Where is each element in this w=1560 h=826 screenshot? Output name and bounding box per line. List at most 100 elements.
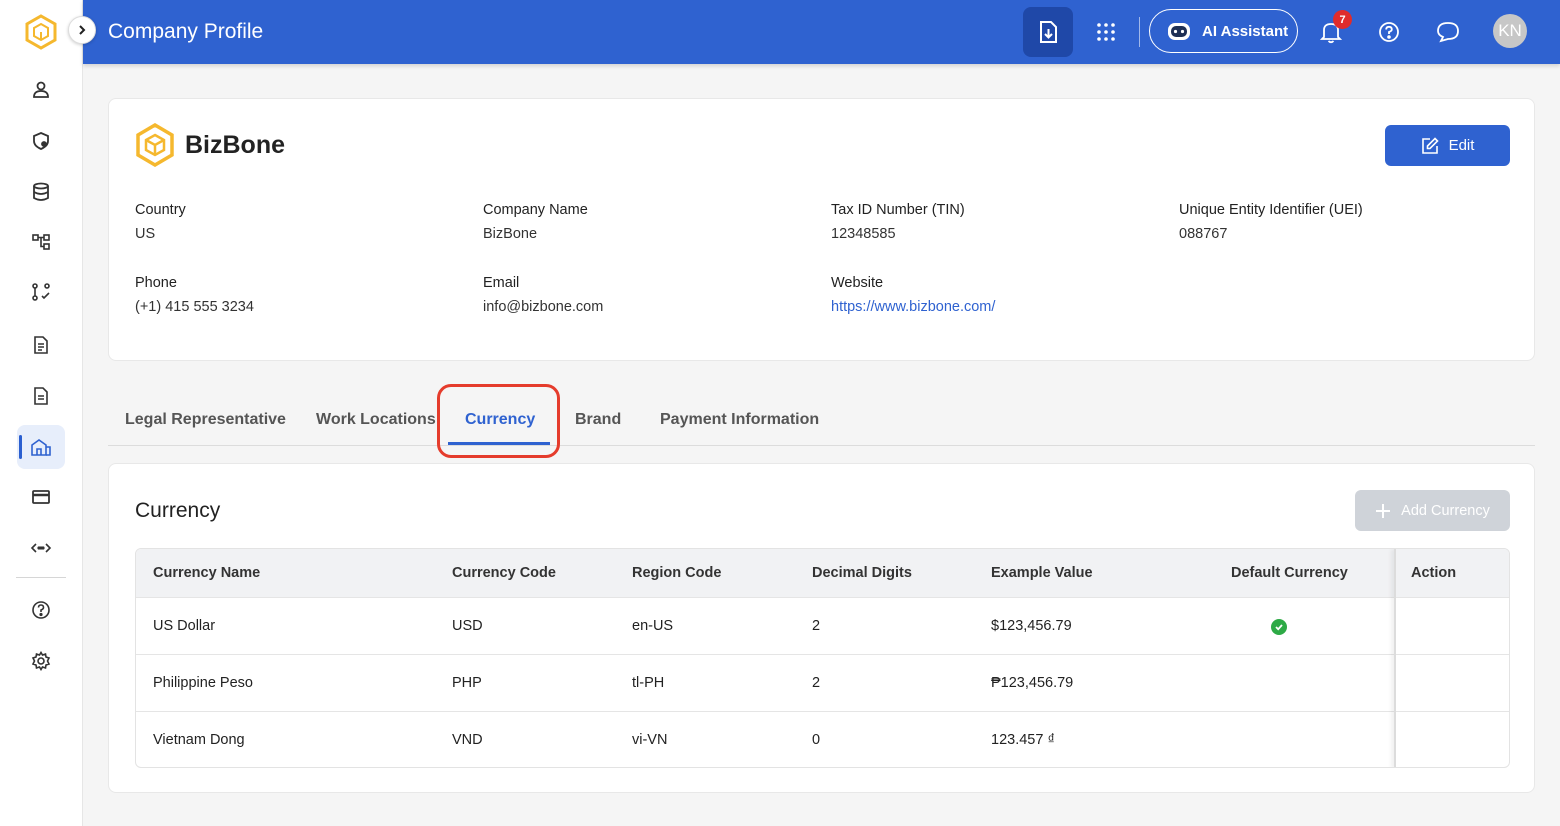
field-label: Email — [483, 275, 520, 291]
table-header: Currency Name Currency Code Region Code … — [136, 549, 1509, 597]
tab-legal-representative[interactable]: Legal Representative — [125, 411, 286, 429]
sidebar-item-workflow[interactable] — [17, 220, 65, 264]
sidebar — [0, 0, 83, 826]
currency-name-cell: US Dollar — [153, 618, 216, 634]
tab-brand[interactable]: Brand — [575, 411, 621, 429]
field-email: Email info@bizbone.com — [483, 275, 603, 315]
field-value: (+1) 415 555 3234 — [135, 299, 254, 315]
column-header: Region Code — [632, 565, 722, 581]
chevron-right-icon — [79, 25, 86, 35]
field-label: Website — [831, 275, 884, 291]
add-currency-label: Add Currency — [1401, 502, 1490, 519]
table-row[interactable]: Philippine Peso PHP tl-PH 2 ₱123,456.79 — [136, 654, 1509, 711]
sidebar-item-settings[interactable] — [17, 639, 65, 683]
table-row[interactable]: US Dollar USD en-US 2 $123,456.79 — [136, 597, 1509, 654]
field-label: Tax ID Number (TIN) — [831, 202, 965, 218]
section-title: Currency — [135, 499, 221, 522]
edit-icon — [1421, 136, 1439, 154]
sidebar-item-database[interactable] — [17, 170, 65, 214]
tab-work-locations[interactable]: Work Locations — [316, 411, 436, 429]
field-country: Country US — [135, 202, 186, 242]
table-row[interactable]: Vietnam Dong VND vi-VN 0 123.457 ₫ — [136, 711, 1509, 767]
gear-icon — [31, 651, 51, 671]
company-name-heading: BizBone — [185, 131, 285, 159]
company-info-card: BizBone Edit Country US Company Name Biz… — [108, 98, 1535, 361]
column-header: Currency Code — [452, 565, 556, 581]
decimal-digits-cell: 2 — [812, 618, 821, 634]
example-value-cell: 123.457 ₫ — [991, 732, 1055, 748]
field-label: Unique Entity Identifier (UEI) — [1179, 202, 1363, 218]
region-code-cell: en-US — [632, 618, 674, 634]
help-icon — [32, 601, 50, 619]
currency-table: Currency Name Currency Code Region Code … — [135, 548, 1510, 768]
download-file-icon — [1040, 21, 1057, 43]
currency-section: Currency Add Currency Currency Name Curr… — [108, 463, 1535, 793]
field-value: BizBone — [483, 226, 538, 242]
page-title: Company Profile — [108, 20, 264, 43]
currency-name-cell: Philippine Peso — [153, 675, 253, 691]
field-uei: Unique Entity Identifier (UEI) 088767 — [1179, 202, 1363, 242]
column-header: Example Value — [991, 565, 1093, 581]
sidebar-item-tasks[interactable] — [17, 270, 65, 314]
apps-menu-button[interactable] — [1081, 7, 1131, 57]
currency-code-cell: USD — [452, 618, 483, 634]
tab-highlight-annotation — [437, 384, 560, 458]
column-header: Currency Name — [153, 565, 261, 581]
sidebar-item-help[interactable] — [17, 588, 65, 632]
building-icon — [31, 439, 51, 456]
tab-payment-information[interactable]: Payment Information — [660, 411, 819, 429]
app-logo[interactable] — [25, 14, 57, 50]
document-icon — [34, 336, 48, 354]
decimal-digits-cell: 2 — [812, 675, 821, 691]
currency-name-cell: Vietnam Dong — [153, 732, 245, 748]
sidebar-item-security[interactable] — [17, 119, 65, 163]
currency-code-cell: PHP — [452, 675, 482, 691]
workflow-icon — [32, 234, 50, 250]
download-button[interactable] — [1023, 7, 1073, 57]
sidebar-item-profile[interactable] — [17, 68, 65, 112]
plus-icon — [1376, 503, 1391, 518]
sidebar-item-documents[interactable] — [17, 323, 65, 367]
sidebar-item-reports[interactable] — [17, 374, 65, 418]
notifications-button[interactable]: 7 — [1306, 7, 1356, 57]
column-header: Decimal Digits — [812, 565, 912, 581]
company-logo — [136, 123, 174, 167]
grid-dots-icon — [1097, 23, 1115, 41]
region-code-cell: tl-PH — [632, 675, 665, 691]
field-value: 088767 — [1179, 226, 1228, 242]
robot-icon — [1168, 23, 1190, 40]
chat-button[interactable] — [1423, 7, 1473, 57]
ai-assistant-label: AI Assistant — [1202, 22, 1289, 40]
checklist-icon — [32, 283, 50, 301]
help-button[interactable] — [1364, 7, 1414, 57]
action-column — [1394, 549, 1509, 767]
help-icon — [1379, 22, 1399, 42]
profile-tabs: Legal Representative Work Locations Curr… — [108, 397, 1535, 446]
edit-button[interactable]: Edit — [1385, 125, 1510, 166]
credit-card-icon — [32, 490, 50, 504]
website-link[interactable]: https://www.bizbone.com/ — [831, 299, 995, 315]
file-icon — [34, 387, 48, 405]
field-label: Phone — [135, 275, 177, 291]
sidebar-divider — [16, 577, 66, 578]
example-value-cell: ₱123,456.79 — [991, 675, 1074, 691]
shield-icon — [33, 132, 49, 150]
field-phone: Phone (+1) 415 555 3234 — [135, 275, 254, 315]
ai-assistant-button[interactable]: AI Assistant — [1149, 9, 1298, 53]
user-icon — [33, 81, 49, 98]
column-header: Default Currency — [1231, 565, 1348, 581]
field-label: Company Name — [483, 202, 588, 218]
sidebar-expand-button[interactable] — [68, 16, 96, 44]
field-website: Website https://www.bizbone.com/ — [831, 275, 995, 315]
field-value: US — [135, 226, 156, 242]
header-separator — [1139, 17, 1140, 47]
chat-bubble-icon — [1437, 22, 1459, 43]
code-arrows-icon — [30, 543, 52, 553]
sidebar-item-integrations[interactable] — [17, 526, 65, 570]
sidebar-item-billing[interactable] — [17, 475, 65, 519]
add-currency-button[interactable]: Add Currency — [1355, 490, 1510, 531]
field-value: 12348585 — [831, 226, 896, 242]
avatar[interactable]: KN — [1493, 14, 1527, 48]
top-bar: Company Profile AI Assistant 7 KN — [83, 0, 1560, 64]
sidebar-item-company[interactable] — [17, 425, 65, 469]
